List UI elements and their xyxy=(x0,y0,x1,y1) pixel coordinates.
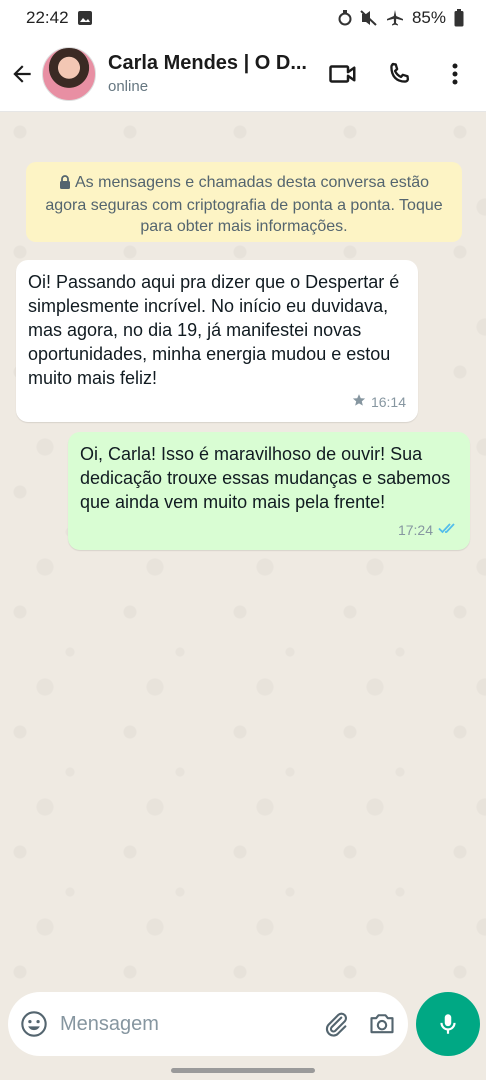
composer-actions xyxy=(322,992,396,1056)
status-time: 22:42 xyxy=(26,8,69,27)
back-arrow-icon[interactable] xyxy=(2,54,42,94)
message-text: Oi, Carla! Isso é maravilhoso de ouvir! … xyxy=(80,444,451,512)
mic-button[interactable] xyxy=(416,992,480,1056)
message-text: Oi! Passando aqui pra dizer que o Desper… xyxy=(28,272,400,388)
message-meta: 16:14 xyxy=(352,390,406,414)
emoji-icon[interactable] xyxy=(20,1010,48,1038)
chat-area[interactable]: As mensagens e chamadas desta conversa e… xyxy=(0,112,486,992)
contact-status: online xyxy=(108,78,149,95)
camera-icon[interactable] xyxy=(368,1010,396,1038)
airplane-icon xyxy=(386,9,404,27)
message-outgoing[interactable]: Oi, Carla! Isso é maravilhoso de ouvir! … xyxy=(68,432,470,550)
status-right: 85% xyxy=(338,8,464,28)
video-call-icon[interactable] xyxy=(322,53,364,95)
status-left: 22:42 xyxy=(26,8,93,28)
avatar[interactable] xyxy=(42,46,96,101)
encryption-notice-text: As mensagens e chamadas desta conversa e… xyxy=(45,174,443,235)
attach-icon[interactable] xyxy=(322,1010,350,1038)
message-time: 17:24 xyxy=(397,522,433,538)
data-saver-icon xyxy=(338,10,352,26)
contact-name: Carla Mendes | O D... xyxy=(108,52,307,74)
mic-icon xyxy=(435,1011,461,1037)
chat-header: Carla Mendes | O D... online xyxy=(0,36,486,112)
home-indicator[interactable] xyxy=(171,1068,315,1073)
battery-icon xyxy=(454,9,464,27)
message-input[interactable] xyxy=(58,1011,312,1037)
header-actions xyxy=(322,36,476,112)
read-ticks-icon xyxy=(438,518,458,542)
lock-icon xyxy=(59,174,71,195)
image-icon xyxy=(77,10,93,26)
contact-info[interactable]: Carla Mendes | O D... online xyxy=(108,52,308,95)
message-time: 16:14 xyxy=(370,394,406,410)
encryption-notice[interactable]: As mensagens e chamadas desta conversa e… xyxy=(26,162,462,242)
status-bar: 22:42 85% xyxy=(0,0,486,36)
battery-percent: 85% xyxy=(411,8,446,27)
message-incoming[interactable]: Oi! Passando aqui pra dizer que o Desper… xyxy=(16,260,418,422)
mute-vibrate-icon xyxy=(360,10,378,26)
star-icon xyxy=(352,390,366,414)
more-vert-icon[interactable] xyxy=(434,53,476,95)
message-meta: 17:24 xyxy=(398,518,458,542)
phone-icon[interactable] xyxy=(378,53,420,95)
message-composer xyxy=(8,992,408,1056)
